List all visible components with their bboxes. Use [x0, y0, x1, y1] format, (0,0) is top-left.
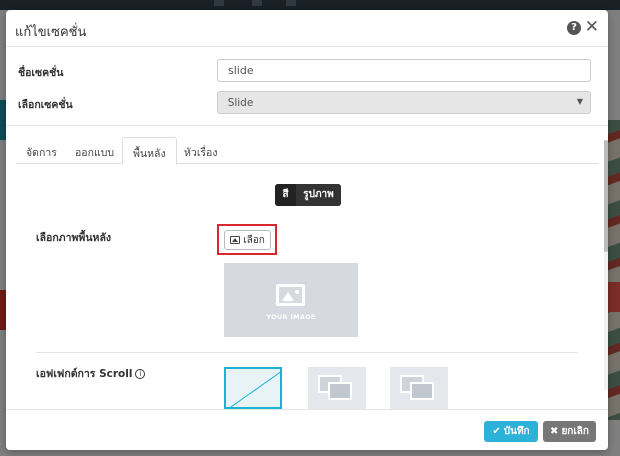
scroll-effect-fixed-option[interactable] — [390, 367, 448, 409]
section-select-label: เลือกเซคชั่น — [18, 99, 73, 111]
caret-down-icon: ▼ — [576, 97, 583, 106]
choose-image-button[interactable]: เลือก — [224, 230, 271, 250]
tab-heading[interactable]: หัวเรื่อง — [174, 137, 227, 164]
section-select-row: เลือกเซคชั่น Slide ▼ — [6, 91, 608, 115]
section-select-value: Slide — [227, 97, 254, 109]
scroll-effect-label: เอฟเฟกต์การ Scroll i — [36, 365, 146, 382]
choose-image-button-label: เลือก — [243, 234, 265, 246]
modal-header: แก้ไขเซคชั่น ? ✕ — [6, 10, 608, 47]
divider — [6, 125, 608, 126]
question-circle-icon[interactable]: ? — [567, 21, 581, 35]
cancel-button-label: ยกเลิก — [561, 426, 589, 437]
image-icon — [230, 236, 241, 244]
save-button[interactable]: ✔ บันทึก — [484, 421, 538, 442]
image-placeholder-icon — [276, 284, 305, 306]
save-button-label: บันทึก — [503, 426, 530, 437]
section-name-row: ชื่อเซคชั่น — [6, 59, 608, 83]
modal-title: แก้ไขเซคชั่น — [15, 25, 87, 40]
modal-scrollbar-thumb[interactable] — [604, 140, 608, 252]
section-select[interactable]: Slide ▼ — [217, 91, 591, 114]
tab-manage[interactable]: จัดการ — [16, 137, 67, 164]
section-name-label: ชื่อเซคชั่น — [18, 67, 64, 79]
check-icon: ✔ — [492, 426, 501, 437]
x-icon: ✖ — [550, 426, 559, 437]
tab-background[interactable]: พื้นหลัง — [122, 137, 177, 165]
info-icon[interactable]: i — [135, 369, 146, 379]
scroll-effect-parallax-option[interactable] — [308, 367, 366, 409]
background-type-toggle: สี รูปภาพ — [275, 184, 341, 206]
close-icon[interactable]: ✕ — [585, 18, 599, 36]
cancel-button[interactable]: ✖ ยกเลิก — [543, 421, 596, 442]
section-name-input[interactable] — [217, 59, 591, 82]
edit-section-modal: แก้ไขเซคชั่น ? ✕ ชื่อเซคชั่น เลือกเซคชั่… — [6, 10, 608, 450]
section-tabs: จัดการ ออกแบบ พื้นหลัง หัวเรื่อง — [16, 137, 598, 165]
preview-placeholder-text: YOUR IMAGE — [266, 313, 316, 321]
toggle-image-button[interactable]: รูปภาพ — [296, 184, 341, 206]
modal-footer: ✔ บันทึก ✖ ยกเลิก — [6, 409, 608, 450]
choose-background-label: เลือกภาพพื้นหลัง — [36, 232, 112, 244]
tab-design[interactable]: ออกแบบ — [65, 137, 124, 164]
divider — [36, 352, 578, 353]
scroll-effect-label-text: เอฟเฟกต์การ Scroll — [36, 368, 133, 380]
toggle-color-button[interactable]: สี — [275, 184, 296, 206]
scroll-effect-none-option[interactable] — [224, 367, 283, 410]
no-effect-slash-icon — [227, 370, 283, 410]
background-image-preview: YOUR IMAGE — [224, 263, 358, 337]
